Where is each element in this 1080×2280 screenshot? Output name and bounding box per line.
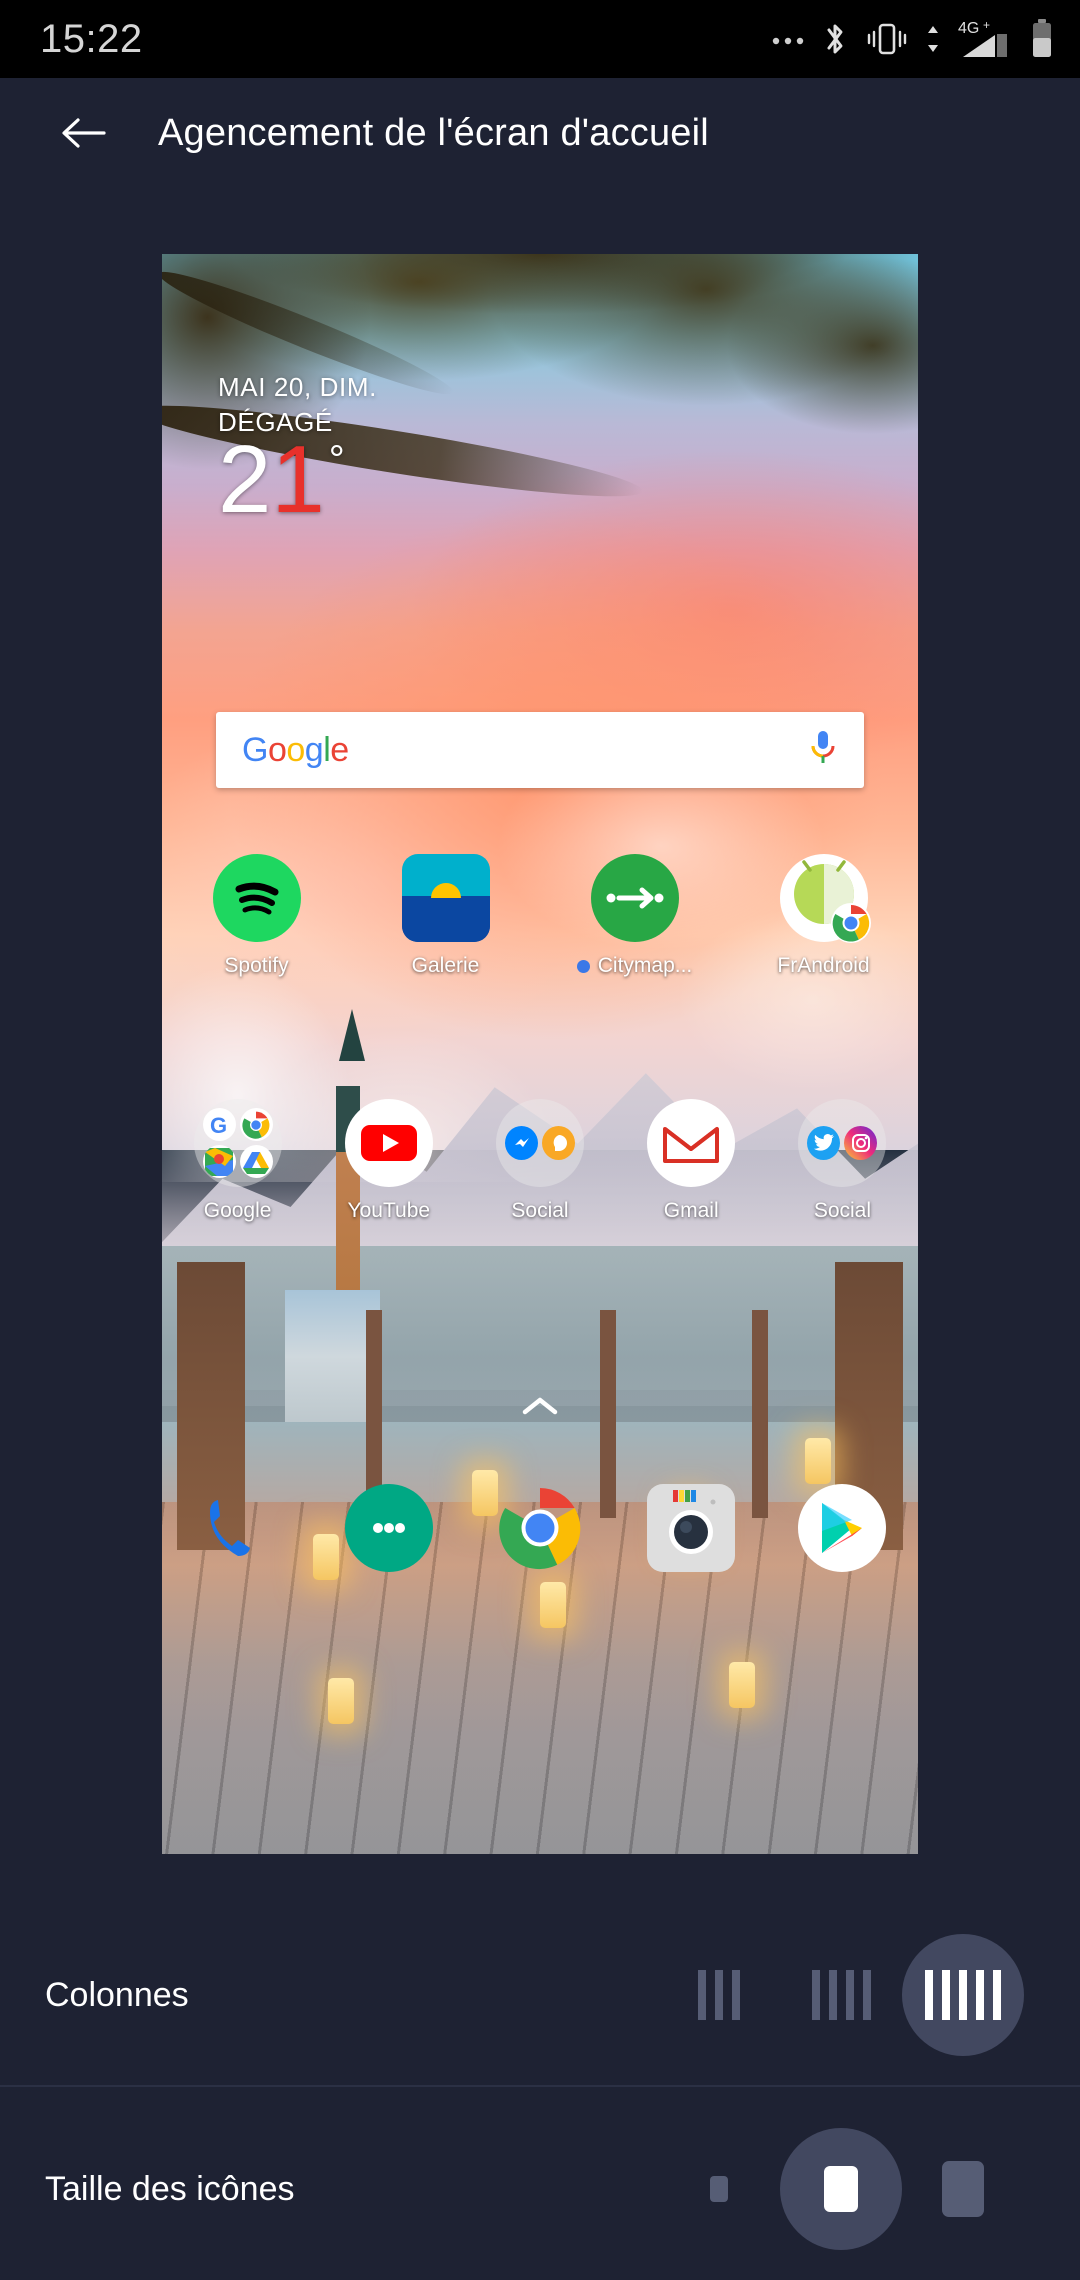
app-item-social-folder-2[interactable]: Social (767, 1099, 918, 1223)
icon-size-large-option[interactable] (902, 2128, 1024, 2250)
settings-divider (0, 2085, 1080, 2087)
setting-row-taille-icones: Taille des icônes (0, 2098, 1080, 2280)
hangouts-mini-icon (542, 1126, 575, 1160)
app-row-1: Spotify Galerie Citymap... FrAndroid (162, 854, 918, 978)
weather-widget[interactable]: MAI 20, DIM. DÉGAGÉ 2 1 ° (218, 372, 377, 533)
app-label: Galerie (411, 954, 480, 977)
frandroid-icon[interactable] (779, 854, 871, 943)
battery-icon (1030, 18, 1054, 60)
dock (162, 1484, 918, 1572)
app-label: Google (203, 1199, 272, 1222)
weather-degree-symbol: ° (328, 438, 345, 482)
svg-text:G: G (210, 1113, 227, 1138)
bluetooth-icon (822, 20, 848, 58)
dock-item-play-store[interactable] (767, 1484, 918, 1572)
status-bar-icons: 4G + (771, 17, 1054, 61)
google-logo: Google (242, 731, 349, 770)
youtube-icon[interactable] (344, 1099, 433, 1187)
chrome-icon[interactable] (496, 1484, 584, 1572)
google-folder-icon[interactable]: G (193, 1099, 282, 1187)
maps-mini-icon (202, 1145, 236, 1178)
google-search-mini-icon: G (202, 1108, 236, 1141)
phone-icon[interactable] (194, 1484, 282, 1572)
google-logo-g2: g (304, 730, 324, 769)
columns-4-icon (811, 1970, 871, 2020)
google-logo-o2: o (286, 730, 305, 769)
gmail-icon[interactable] (647, 1099, 736, 1187)
taille-icones-options (658, 2128, 1080, 2250)
signal-4g-plus-icon: 4G + (957, 17, 1013, 61)
app-row-2: G Google YouTube Social Gmail Social (162, 1099, 918, 1223)
google-logo-e: e (330, 730, 349, 769)
setting-label-colonnes: Colonnes (45, 1975, 189, 2014)
app-item-gmail[interactable]: Gmail (616, 1099, 767, 1223)
social-folder-icon[interactable] (496, 1099, 584, 1187)
instagram-mini-icon (844, 1126, 878, 1160)
weather-date: MAI 20, DIM. (218, 372, 377, 402)
icon-size-medium-icon (824, 2166, 858, 2212)
app-item-social-folder-1[interactable]: Social (464, 1099, 615, 1223)
page-title: Agencement de l'écran d'accueil (158, 111, 709, 154)
dock-item-phone[interactable] (162, 1484, 313, 1572)
social-folder-2-icon[interactable] (798, 1099, 887, 1187)
app-bar: Agencement de l'écran d'accueil (0, 78, 1080, 188)
icon-size-medium-option[interactable] (780, 2128, 902, 2250)
gallery-icon[interactable] (401, 854, 490, 942)
app-item-google-folder[interactable]: G Google (162, 1099, 313, 1223)
weather-temp-digit-2: 1 (271, 426, 325, 533)
vibrate-icon (865, 21, 909, 57)
columns-3-icon (698, 1970, 740, 2020)
colonnes-options (658, 1934, 1080, 2056)
messages-icon[interactable] (344, 1484, 433, 1572)
app-label: Citymap... (576, 954, 692, 978)
icon-size-large-icon (942, 2161, 984, 2217)
dock-item-messages[interactable] (313, 1484, 464, 1572)
status-bar-clock: 15:22 (40, 16, 143, 61)
dock-item-chrome[interactable] (464, 1484, 615, 1572)
data-transfer-icon (926, 24, 940, 54)
weather-temp-digit-1: 2 (218, 426, 272, 533)
citymapper-icon[interactable] (590, 854, 679, 942)
weather-temperature: 2 1 ° (218, 426, 377, 533)
app-item-youtube[interactable]: YouTube (313, 1099, 464, 1223)
columns-3-option[interactable] (658, 1934, 780, 2056)
icon-size-small-option[interactable] (658, 2128, 780, 2250)
spotify-icon[interactable] (212, 854, 301, 942)
columns-5-icon (925, 1970, 1001, 2020)
microphone-icon[interactable] (808, 729, 838, 772)
home-screen-preview[interactable]: MAI 20, DIM. DÉGAGÉ 2 1 ° Google Spotify… (162, 254, 918, 1854)
setting-row-colonnes: Colonnes (0, 1904, 1080, 2086)
messenger-mini-icon (505, 1126, 538, 1160)
app-label: Social (813, 1199, 872, 1222)
svg-text:+: + (983, 18, 990, 32)
twitter-mini-icon (807, 1126, 841, 1160)
drive-mini-icon (239, 1145, 273, 1178)
app-label: YouTube (347, 1199, 431, 1222)
app-item-citymapper[interactable]: Citymap... (540, 854, 729, 978)
app-item-galerie[interactable]: Galerie (351, 854, 540, 978)
columns-4-option[interactable] (780, 1934, 902, 2056)
status-bar: 15:22 4G + (0, 0, 1080, 78)
app-label: Spotify (224, 954, 289, 977)
app-label: Social (511, 1199, 569, 1222)
chevron-up-icon[interactable] (520, 1394, 560, 1423)
app-item-spotify[interactable]: Spotify (162, 854, 351, 978)
google-logo-g1: G (242, 730, 268, 769)
icon-size-small-icon (710, 2176, 728, 2202)
app-item-frandroid[interactable]: FrAndroid (729, 854, 918, 978)
google-logo-o1: o (267, 730, 287, 769)
google-search-bar[interactable]: Google (216, 712, 864, 788)
dock-item-camera[interactable] (616, 1484, 767, 1572)
app-label: FrAndroid (777, 954, 870, 977)
camera-icon[interactable] (647, 1484, 736, 1572)
back-button[interactable] (48, 98, 118, 168)
setting-label-taille-icones: Taille des icônes (45, 2169, 295, 2208)
columns-5-option[interactable] (902, 1934, 1024, 2056)
svg-text:4G: 4G (958, 20, 979, 37)
app-label: Gmail (663, 1199, 719, 1222)
notification-dot (576, 959, 590, 973)
more-notifications-icon (771, 33, 805, 45)
chrome-mini-icon (239, 1108, 273, 1141)
play-store-icon[interactable] (798, 1484, 887, 1572)
